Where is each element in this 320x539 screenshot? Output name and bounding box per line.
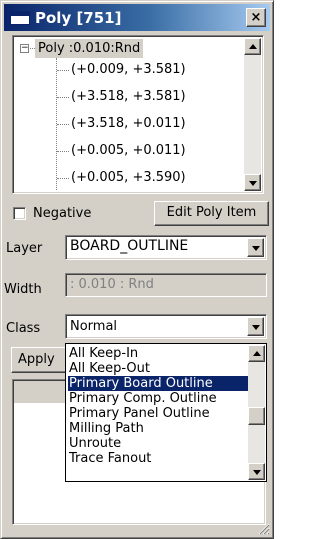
tree-root-poly[interactable]: Poly :0.010:Rnd	[35, 39, 144, 58]
negative-label: Negative	[33, 206, 92, 221]
class-option[interactable]: Primary Comp. Outline	[68, 391, 217, 406]
apply-button[interactable]: Apply	[11, 347, 71, 373]
scroll-down-button[interactable]	[244, 174, 261, 191]
tree-item-point[interactable]: (+3.518, +3.581)	[71, 87, 186, 106]
negative-checkbox[interactable]	[13, 207, 26, 220]
class-select[interactable]: Normal	[65, 314, 267, 339]
tree-scrollbar[interactable]	[244, 38, 261, 191]
dropdown-scroll-up-button[interactable]	[248, 345, 265, 362]
layer-value: BOARD_OUTLINE	[70, 238, 189, 254]
class-option[interactable]: Primary Panel Outline	[68, 406, 210, 421]
arrow-down-icon	[248, 180, 257, 186]
width-field: : 0.010 : Rnd	[65, 273, 267, 297]
tree-item-point[interactable]: (+3.518, +0.011)	[71, 114, 186, 133]
class-option-selected[interactable]: Primary Board Outline	[67, 375, 249, 392]
layer-dropdown-button[interactable]	[247, 238, 264, 257]
class-option[interactable]: Milling Path	[68, 421, 144, 436]
tree-item-point[interactable]: (+0.005, +0.011)	[71, 141, 186, 160]
width-value: : 0.010 : Rnd	[70, 277, 154, 292]
poly-tree-view[interactable]: − Poly :0.010:Rnd (+0.009, +3.581) (+3.5…	[12, 35, 264, 194]
chevron-down-icon	[251, 245, 260, 251]
class-option[interactable]: Unroute	[68, 436, 121, 451]
width-label: Width	[4, 282, 42, 297]
collapse-icon[interactable]: −	[20, 44, 29, 53]
close-button[interactable]: ×	[246, 8, 266, 27]
layer-label: Layer	[6, 241, 43, 256]
chevron-down-icon	[251, 324, 260, 330]
tree-item-point[interactable]: (+0.009, +3.581)	[71, 60, 186, 79]
window-title: Poly [751]	[35, 9, 122, 27]
tree-item-point[interactable]: (+0.005, +3.590)	[71, 168, 186, 187]
class-value: Normal	[70, 319, 118, 334]
dropdown-scroll-thumb[interactable]	[248, 407, 265, 425]
arrow-up-icon	[252, 350, 261, 356]
poly-properties-window: Poly [751] × − Poly :0.010:Rnd (+0.009, …	[0, 0, 274, 539]
class-label: Class	[6, 321, 41, 336]
class-option[interactable]: Trace Fanout	[68, 451, 151, 466]
window-icon	[10, 11, 30, 25]
arrow-up-icon	[248, 43, 257, 49]
arrow-down-icon	[252, 469, 261, 475]
edit-poly-item-button[interactable]: Edit Poly Item	[154, 201, 269, 226]
class-option[interactable]: All Keep-Out	[68, 361, 150, 376]
details-panel-header	[14, 381, 66, 403]
class-dropdown-button[interactable]	[247, 317, 264, 336]
dropdown-scroll-down-button[interactable]	[248, 463, 265, 480]
class-dropdown-list[interactable]: All Keep-In All Keep-Out Primary Board O…	[65, 343, 267, 482]
scroll-up-button[interactable]	[244, 38, 261, 55]
layer-select[interactable]: BOARD_OUTLINE	[65, 235, 267, 260]
class-option[interactable]: All Keep-In	[68, 346, 138, 361]
resize-grip-icon[interactable]	[258, 523, 270, 535]
title-bar[interactable]: Poly [751] ×	[4, 4, 270, 31]
dropdown-scrollbar[interactable]	[248, 345, 265, 480]
